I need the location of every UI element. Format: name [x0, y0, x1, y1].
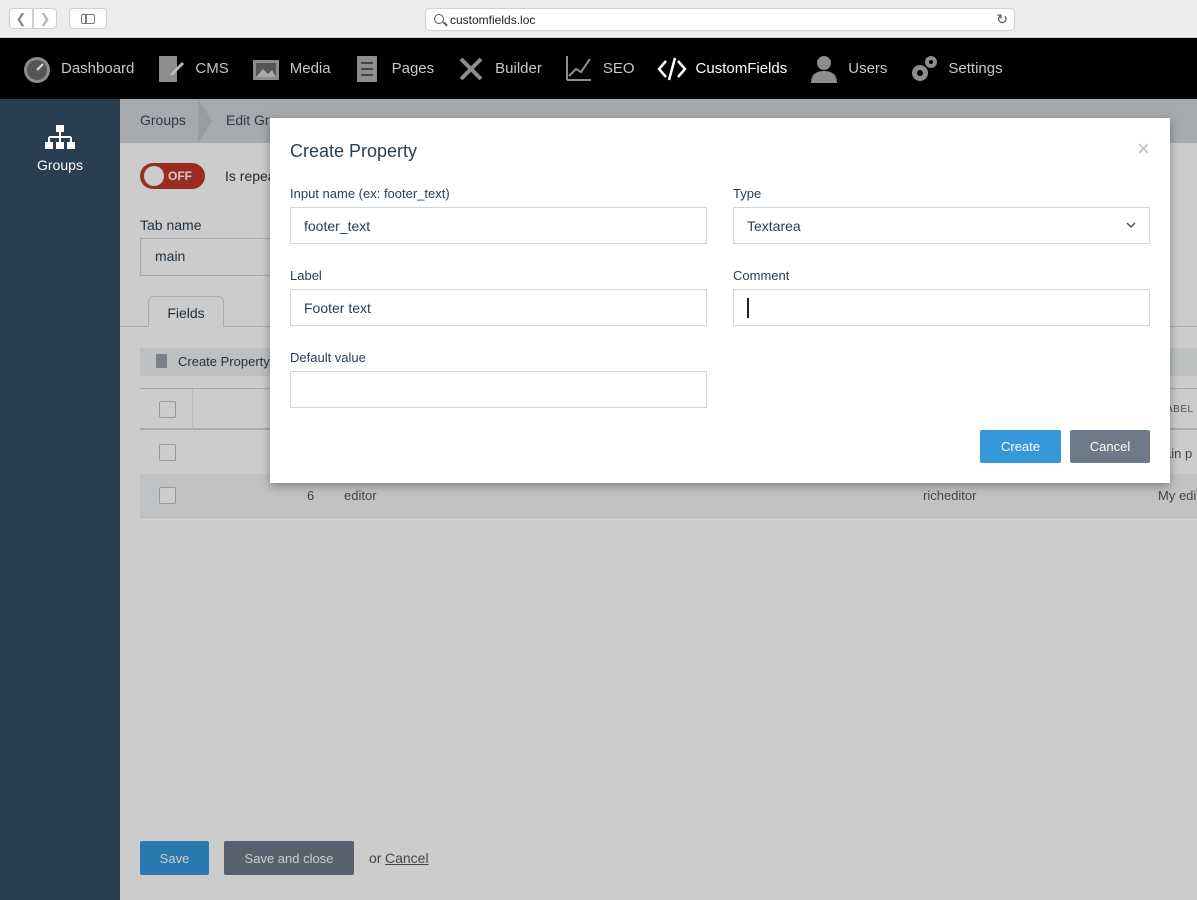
- nav-item-cms[interactable]: CMS: [156, 38, 229, 99]
- media-icon: [251, 54, 281, 84]
- input-name-field[interactable]: footer_text: [290, 207, 707, 244]
- url-text: customfields.loc: [450, 13, 536, 27]
- nav-item-dashboard[interactable]: Dashboard: [22, 38, 134, 99]
- create-button[interactable]: Create: [980, 430, 1061, 463]
- nav-item-label: Dashboard: [61, 60, 135, 77]
- nav-item-label: Settings: [948, 60, 1003, 77]
- close-icon[interactable]: ×: [1137, 136, 1150, 162]
- nav-item-label: CMS: [195, 60, 229, 77]
- main-navigation: Dashboard CMS Media Pages Builder SEO Cu…: [0, 38, 1197, 99]
- user-icon: [809, 54, 839, 84]
- nav-item-label: Media: [289, 60, 331, 77]
- create-property-modal: Create Property × Input name (ex: footer…: [270, 118, 1170, 483]
- sitemap-icon: [45, 125, 75, 151]
- nav-item-media[interactable]: Media: [251, 38, 331, 99]
- sidebar-item-groups[interactable]: Groups: [0, 125, 120, 173]
- comment-label: Comment: [733, 268, 790, 283]
- chevron-left-icon: ❮: [15, 10, 27, 26]
- nav-item-label: Builder: [495, 60, 542, 77]
- seo-icon: [564, 54, 594, 84]
- nav-item-pages[interactable]: Pages: [353, 38, 435, 99]
- label-field[interactable]: Footer text: [290, 289, 707, 326]
- reload-icon[interactable]: ↻: [996, 11, 1008, 28]
- builder-icon: [456, 54, 486, 84]
- modal-title: Create Property: [290, 141, 418, 161]
- sidebar-toggle-button[interactable]: [69, 8, 107, 29]
- sidebar-icon: [81, 13, 95, 24]
- gear-icon: [909, 54, 939, 84]
- cancel-button[interactable]: Cancel: [1070, 430, 1150, 463]
- cms-icon: [156, 54, 186, 84]
- code-icon: [656, 54, 687, 84]
- type-selected-value: Textarea: [747, 218, 801, 234]
- pages-icon: [353, 54, 383, 84]
- nav-item-builder[interactable]: Builder: [456, 38, 542, 99]
- sidebar-item-label: Groups: [37, 157, 83, 173]
- label-label: Label: [290, 268, 322, 283]
- default-value-label: Default value: [290, 350, 366, 365]
- nav-item-label: Users: [848, 60, 888, 77]
- nav-item-label: Pages: [391, 60, 435, 77]
- nav-item-seo[interactable]: SEO: [564, 38, 635, 99]
- type-label: Type: [733, 186, 762, 201]
- chevron-down-icon: [1126, 216, 1136, 237]
- nav-item-label: CustomFields: [695, 60, 788, 77]
- type-select[interactable]: Textarea: [733, 207, 1150, 244]
- nav-item-customfields[interactable]: CustomFields: [656, 38, 788, 99]
- text-cursor: [747, 298, 749, 318]
- chevron-right-icon: ❯: [39, 10, 51, 26]
- browser-toolbar: ❮ ❯ customfields.loc ↻: [0, 0, 1197, 38]
- nav-item-settings[interactable]: Settings: [909, 38, 1003, 99]
- default-value-field[interactable]: [290, 371, 707, 408]
- nav-item-users[interactable]: Users: [809, 38, 887, 99]
- nav-item-label: SEO: [602, 60, 635, 77]
- speedometer-icon: [22, 54, 52, 84]
- search-icon: [434, 14, 444, 24]
- back-button[interactable]: ❮: [9, 8, 33, 29]
- input-name-label: Input name (ex: footer_text): [290, 186, 450, 201]
- sidebar: Groups: [0, 99, 120, 900]
- forward-button[interactable]: ❯: [33, 8, 57, 29]
- address-bar[interactable]: customfields.loc ↻: [425, 8, 1015, 31]
- comment-field[interactable]: [733, 289, 1150, 326]
